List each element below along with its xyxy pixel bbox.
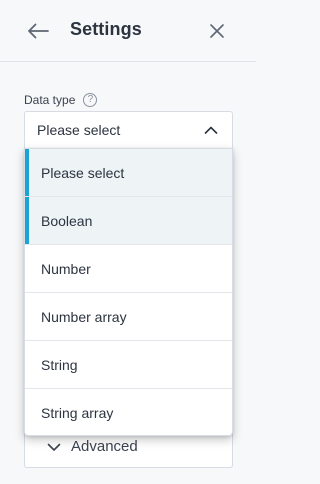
option-label: Boolean — [41, 212, 93, 229]
option-string-array[interactable]: String array — [25, 389, 232, 435]
close-button[interactable] — [208, 22, 226, 40]
option-label: String array — [41, 405, 114, 421]
page-title: Settings — [70, 19, 142, 39]
data-type-select[interactable]: Please select — [24, 111, 233, 149]
data-type-label-text: Data type — [24, 93, 76, 107]
advanced-toggle[interactable]: Advanced — [47, 438, 138, 455]
option-label: String — [41, 356, 78, 373]
option-please-select[interactable]: Please select — [25, 149, 232, 197]
option-label: Number array — [41, 308, 127, 325]
panel-header: Settings — [0, 0, 256, 62]
back-button[interactable] — [26, 21, 50, 41]
chevron-down-icon — [47, 443, 61, 451]
settings-panel: Settings Data type ? Please select Advan… — [0, 0, 256, 484]
chevron-up-icon — [204, 126, 218, 134]
question-circle-icon[interactable]: ? — [83, 93, 98, 107]
option-number-array[interactable]: Number array — [25, 293, 232, 341]
option-label: Please select — [41, 164, 125, 181]
close-icon — [210, 24, 224, 38]
option-boolean[interactable]: Boolean — [25, 197, 232, 245]
select-value: Please select — [37, 122, 121, 138]
option-string[interactable]: String — [25, 341, 232, 389]
advanced-label: Advanced — [71, 438, 138, 455]
option-number[interactable]: Number — [25, 245, 232, 293]
arrow-left-icon — [28, 23, 49, 39]
option-label: Number — [41, 260, 91, 277]
data-type-dropdown: Please select Boolean Number Number arra… — [24, 148, 233, 436]
data-type-label: Data type ? — [24, 93, 98, 107]
